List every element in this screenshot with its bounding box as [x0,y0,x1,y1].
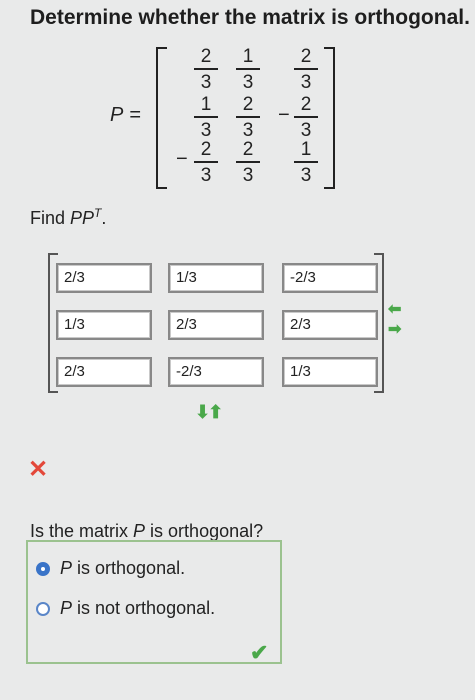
matrix-p-entry: 23 [194,139,218,186]
matrix-p-entry: 23 [236,139,260,186]
answer-cell-2-1[interactable]: -2/3 [168,357,264,387]
arrow-down-icon: ⬇ [195,402,210,422]
correct-check-icon: ✔ [250,640,269,665]
matrix-var: P [110,104,124,126]
column-resize-handle[interactable]: ⬇⬆ [195,402,223,423]
matrix-p-entry: 13 [194,94,218,141]
arrow-up-icon: ⬆ [208,402,223,422]
matrix-p-entry: 23 [236,94,260,141]
option-label: P is not orthogonal. [60,598,216,618]
equals-sign: = [129,104,142,126]
option-label: P is orthogonal. [60,558,186,578]
answer-cell-1-1[interactable]: 2/3 [168,310,264,340]
radio-selected-icon[interactable] [36,561,50,576]
answer-cell-1-0[interactable]: 1/3 [56,310,152,340]
orthogonal-question: Is the matrix P is orthogonal? [30,521,264,541]
incorrect-icon: ✕ [28,456,49,483]
answer-cell-0-1[interactable]: 1/3 [168,263,264,293]
matrix-p-entry: 13 [294,139,318,186]
matrix-p-sign: − [176,148,188,170]
matrix-p-left-bracket [156,47,167,189]
option-orthogonal[interactable]: P is orthogonal. [36,558,185,579]
radio-unselected-icon[interactable] [36,601,50,616]
answer-cell-2-0[interactable]: 2/3 [56,357,152,387]
find-prompt: Find PPT. [30,206,107,228]
find-expr: PP [70,208,95,228]
option-not-orthogonal[interactable]: P is not orthogonal. [36,598,215,619]
question-title: Determine whether the matrix is orthogon… [30,6,470,29]
answer-cell-2-2[interactable]: 1/3 [282,357,378,387]
answer-cell-0-2[interactable]: -2/3 [282,263,378,293]
matrix-p-right-bracket [324,47,335,189]
matrix-p-entry: 23 [294,46,318,93]
arrow-left-icon: ⬅ [388,301,402,318]
matrix-p-sign: − [278,104,290,126]
matrix-p-entry: 23 [194,46,218,93]
matrix-p-entry: 13 [236,46,260,93]
answer-cell-0-0[interactable]: 2/3 [56,263,152,293]
matrix-p-label: P = [110,104,141,127]
matrix-p-entry: 23 [294,94,318,141]
answer-cell-1-2[interactable]: 2/3 [282,310,378,340]
row-resize-handle[interactable]: ⬅ ➡ [388,301,412,338]
arrow-right-icon: ➡ [388,321,402,338]
